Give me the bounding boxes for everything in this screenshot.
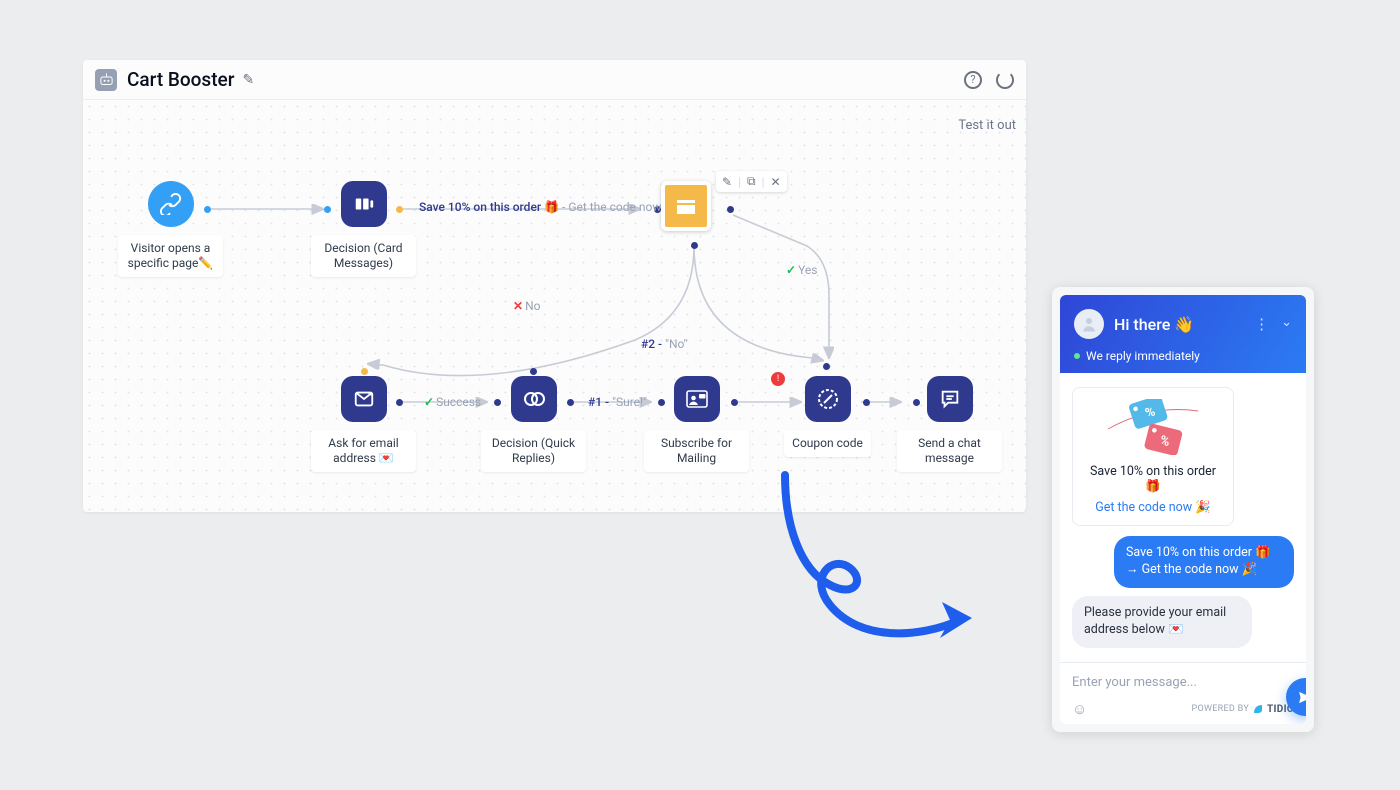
node-decision-card[interactable]: Decision (Card Messages) [311, 181, 416, 277]
promo-card-text: Save 10% on this order 🎁 [1083, 464, 1223, 494]
message-input[interactable]: Enter your message... [1072, 671, 1294, 694]
tidio-logo-icon [1253, 704, 1263, 714]
flow-builder-panel: Cart Booster ✎ ? Test it out Visitor ope… [83, 60, 1026, 512]
node-coupon[interactable]: ! Coupon code [775, 376, 880, 457]
edge-label-no: ✕No [513, 299, 540, 313]
port-dot [396, 206, 403, 213]
help-icon[interactable]: ? [964, 71, 982, 89]
node-decision-quick[interactable]: Decision (Quick Replies) [481, 376, 586, 472]
avatar [1074, 309, 1104, 339]
chat-body: % % Save 10% on this order 🎁 Get the cod… [1060, 373, 1306, 662]
message-received: Please provide your email address below … [1072, 596, 1252, 648]
flow-title: Cart Booster [127, 68, 234, 91]
chat-header: Hi there 👋 ⋮ ⌄ We reply immediately [1060, 295, 1306, 373]
node-ask-email[interactable]: Ask for email address 💌 [311, 376, 416, 472]
promo-card[interactable]: % % Save 10% on this order 🎁 Get the cod… [1072, 387, 1234, 526]
online-dot-icon [1074, 353, 1080, 359]
chevron-down-icon[interactable]: ⌄ [1281, 315, 1292, 333]
promo-card-link[interactable]: Get the code now 🎉 [1083, 500, 1223, 515]
edit-title-icon[interactable]: ✎ [242, 72, 254, 88]
chat-subtitle: We reply immediately [1074, 349, 1292, 363]
node-send-chat[interactable]: Send a chat message [897, 376, 1002, 472]
refresh-icon[interactable] [996, 71, 1014, 89]
chat-title: Hi there 👋 [1114, 315, 1254, 334]
message-sent: Save 10% on this order 🎁 → Get the code … [1114, 536, 1294, 588]
powered-by: POWERED BY TIDIO [1192, 704, 1295, 715]
node-cards[interactable] [641, 181, 731, 231]
port-dot [204, 206, 211, 213]
chat-footer: Enter your message... ☺ POWERED BY TIDIO [1060, 662, 1306, 724]
edge-label-yes: ✓Yes [786, 263, 817, 277]
node-subscribe[interactable]: Subscribe for Mailing [644, 376, 749, 472]
edge-label-quick1: #1 - "Sure!" [588, 395, 647, 409]
sale-tags-icon: % % [1083, 398, 1223, 456]
bot-icon [95, 69, 117, 91]
error-badge-icon: ! [771, 372, 785, 386]
builder-header: Cart Booster ✎ ? [83, 60, 1026, 100]
flow-canvas[interactable]: Test it out Visitor opens a specific pag… [83, 100, 1026, 512]
copy-icon[interactable]: ⧉ [747, 174, 756, 189]
chat-widget-preview: Hi there 👋 ⋮ ⌄ We reply immediately % % … [1052, 287, 1314, 732]
emoji-icon[interactable]: ☺ [1072, 700, 1087, 718]
close-icon[interactable]: ✕ [771, 175, 781, 189]
edge-label-quick2: #2 - "No" [641, 337, 687, 351]
chat-menu-icon[interactable]: ⋮ [1254, 315, 1269, 333]
node-visitor-page[interactable]: Visitor opens a specific page✏️ [118, 181, 223, 277]
test-it-out-link[interactable]: Test it out [958, 118, 1016, 133]
edge-label-success: ✓Success [424, 395, 481, 409]
